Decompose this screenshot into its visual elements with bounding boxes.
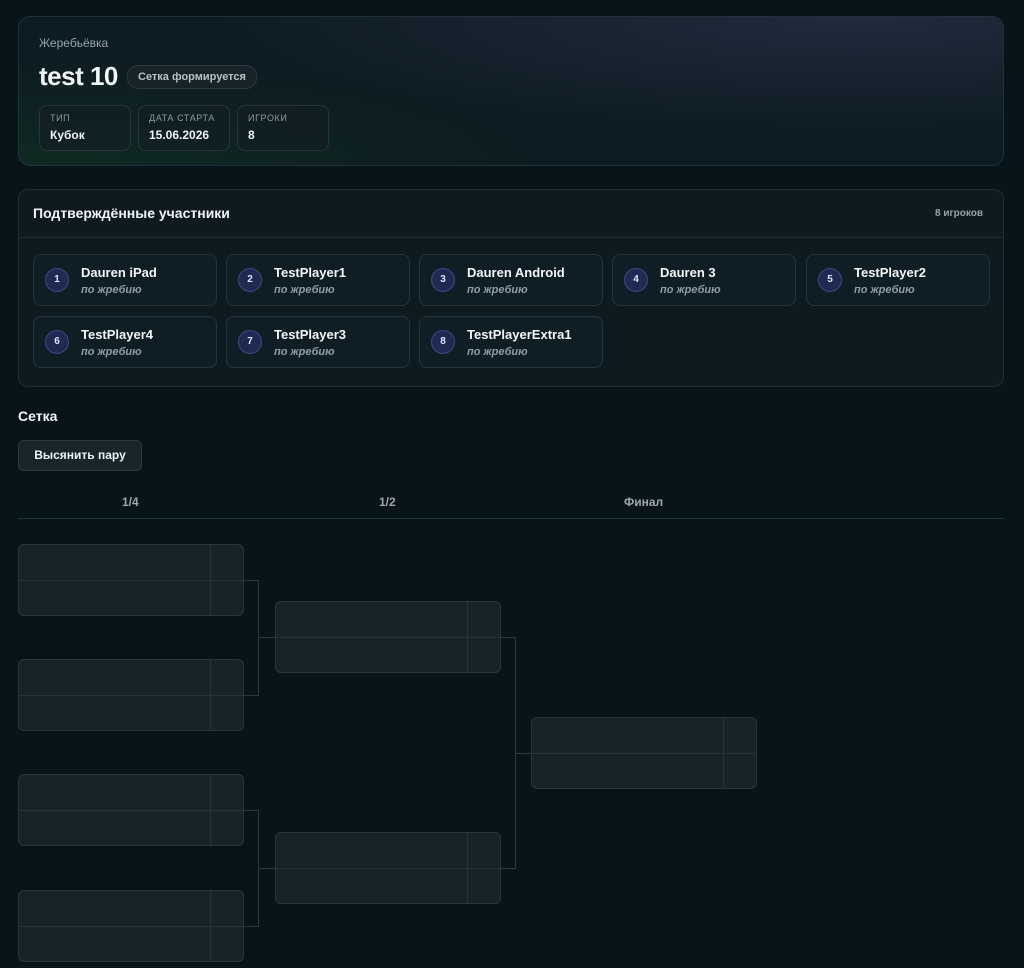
participant-seeding: по жребию — [274, 346, 335, 358]
bracket-connector — [501, 637, 516, 638]
participant-name: TestPlayer1 — [274, 265, 347, 280]
seed-number: 3 — [431, 268, 455, 292]
participant-card[interactable]: 4 Dauren 3 по жребию — [612, 254, 796, 306]
match-slot-qf-2[interactable] — [18, 659, 244, 731]
stat-players: ИГРОКИ 8 — [237, 105, 329, 151]
tournament-header: Жеребьёвка test 10 Сетка формируется ТИП… — [18, 16, 1004, 166]
match-slot-sf-2[interactable] — [275, 832, 501, 904]
seed-number: 1 — [45, 268, 69, 292]
stat-value: 8 — [248, 128, 255, 142]
participant-seeding: по жребию — [467, 346, 528, 358]
participant-name: TestPlayer4 — [81, 327, 154, 342]
seed-number: 6 — [45, 330, 69, 354]
stat-type: ТИП Кубок — [39, 105, 131, 151]
bracket-title: Сетка — [18, 408, 58, 424]
breadcrumb: Жеребьёвка — [39, 36, 109, 50]
participant-seeding: по жребию — [274, 284, 335, 296]
participant-name: Dauren Android — [467, 265, 565, 280]
stat-value: Кубок — [50, 128, 85, 142]
rounds-divider — [18, 518, 1004, 519]
match-slot-qf-1[interactable] — [18, 544, 244, 616]
stat-value: 15.06.2026 — [149, 128, 210, 142]
seed-number: 4 — [624, 268, 648, 292]
bracket-connector — [515, 753, 531, 754]
match-slot-qf-3[interactable] — [18, 774, 244, 846]
participant-name: TestPlayer2 — [854, 265, 927, 280]
match-slot-sf-1[interactable] — [275, 601, 501, 673]
participant-seeding: по жребию — [854, 284, 915, 296]
participant-card[interactable]: 7 TestPlayer3 по жребию — [226, 316, 410, 368]
participants-title: Подтверждённые участники — [33, 205, 230, 221]
participant-seeding: по жребию — [660, 284, 721, 296]
bracket-connector — [258, 637, 275, 638]
participant-card[interactable]: 2 TestPlayer1 по жребию — [226, 254, 410, 306]
participants-header: Подтверждённые участники 8 игроков — [19, 190, 1003, 238]
participant-card[interactable]: 3 Dauren Android по жребию — [419, 254, 603, 306]
seed-number: 2 — [238, 268, 262, 292]
tournament-page: Жеребьёвка test 10 Сетка формируется ТИП… — [0, 0, 1024, 968]
participant-name: Dauren iPad — [81, 265, 157, 280]
confirmed-participants-panel: Подтверждённые участники 8 игроков 1 Dau… — [18, 189, 1004, 387]
stat-label: ДАТА СТАРТА — [149, 113, 215, 123]
participant-name: Dauren 3 — [660, 265, 716, 280]
status-badge: Сетка формируется — [127, 65, 257, 89]
stat-start-date: ДАТА СТАРТА 15.06.2026 — [138, 105, 230, 151]
bracket-connector — [258, 868, 275, 869]
participant-seeding: по жребию — [81, 346, 142, 358]
resolve-pair-button[interactable]: Высянить пару — [18, 440, 142, 471]
seed-number: 7 — [238, 330, 262, 354]
seed-number: 8 — [431, 330, 455, 354]
bracket-connector — [244, 926, 259, 927]
round-label-final: Финал — [624, 495, 664, 509]
participant-card[interactable]: 6 TestPlayer4 по жребию — [33, 316, 217, 368]
bracket-connector — [501, 868, 516, 869]
participant-card[interactable]: 1 Dauren iPad по жребию — [33, 254, 217, 306]
participant-seeding: по жребию — [81, 284, 142, 296]
match-slot-final[interactable] — [531, 717, 757, 789]
bracket-connector — [244, 810, 259, 811]
round-label-semifinal: 1/2 — [379, 495, 396, 509]
participant-name: TestPlayer3 — [274, 327, 347, 342]
match-slot-qf-4[interactable] — [18, 890, 244, 962]
participant-seeding: по жребию — [467, 284, 528, 296]
seed-number: 5 — [818, 268, 842, 292]
participant-card[interactable]: 8 TestPlayerExtra1 по жребию — [419, 316, 603, 368]
page-title: test 10 — [39, 61, 118, 91]
stat-label: ТИП — [50, 113, 71, 123]
stat-label: ИГРОКИ — [248, 113, 288, 123]
participant-name: TestPlayerExtra1 — [467, 327, 572, 342]
bracket-connector — [244, 695, 259, 696]
round-label-quarterfinal: 1/4 — [122, 495, 139, 509]
participant-card[interactable]: 5 TestPlayer2 по жребию — [806, 254, 990, 306]
participants-count: 8 игроков — [935, 208, 983, 219]
bracket-connector — [244, 580, 259, 581]
bracket-connector — [258, 580, 259, 696]
